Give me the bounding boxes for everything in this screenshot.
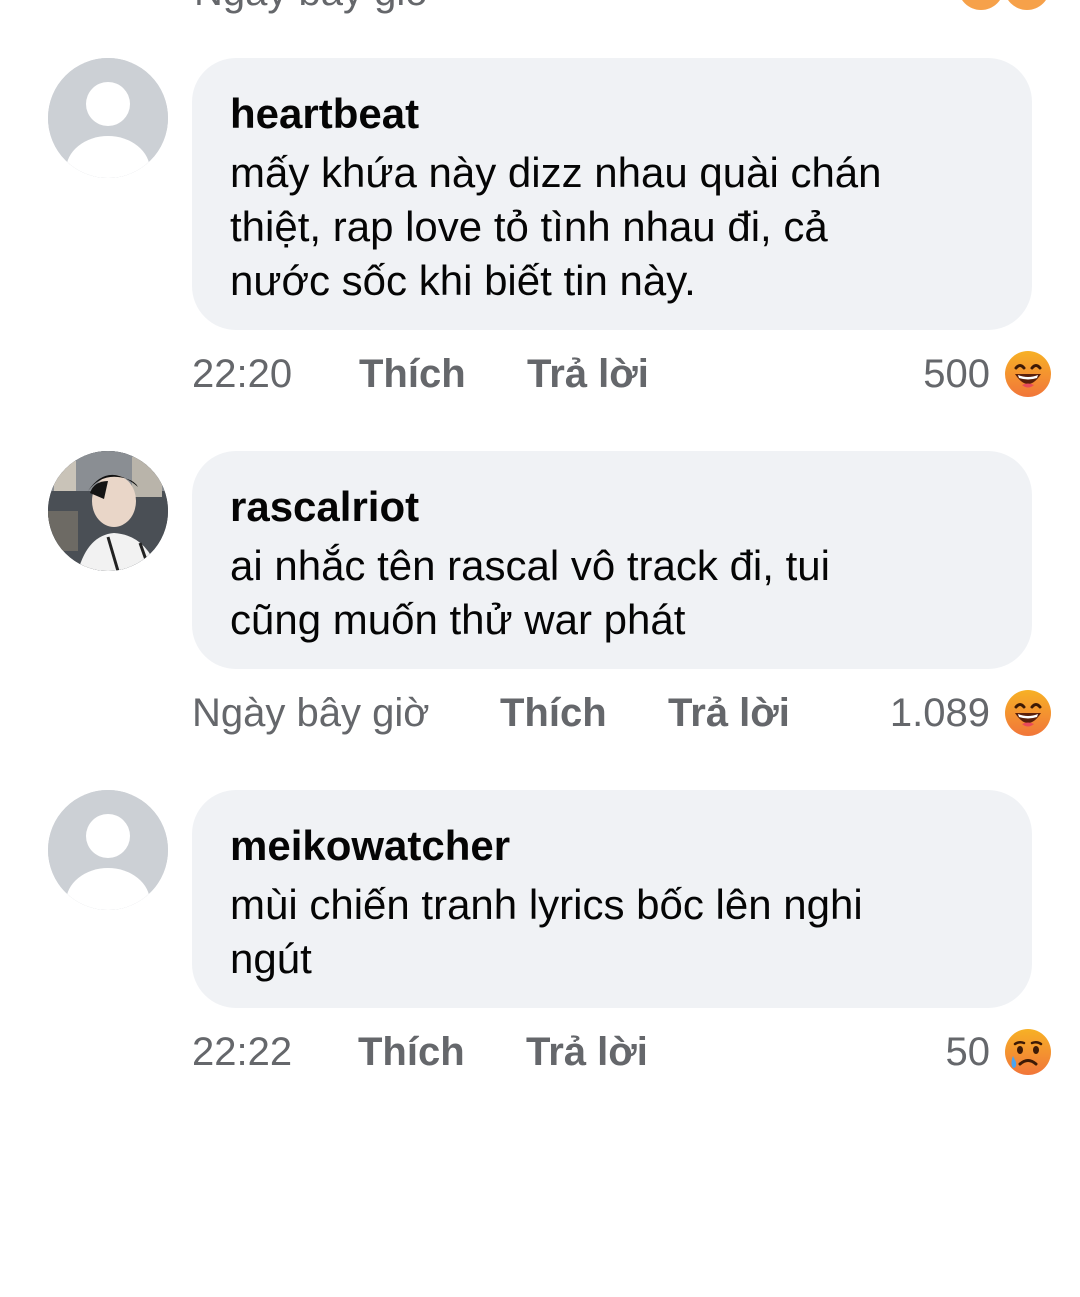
comment-author[interactable]: meikowatcher <box>230 820 994 872</box>
default-avatar-icon[interactable] <box>48 58 168 178</box>
comment-time: Ngày bây giờ <box>194 0 431 15</box>
comment-author[interactable]: heartbeat <box>230 88 994 140</box>
comment-time[interactable]: 22:20 <box>192 346 292 402</box>
laughing-emoji-icon <box>1005 351 1051 397</box>
comment-bubble: rascalriot ai nhắc tên rascal vô track đ… <box>192 451 1032 669</box>
reaction-count: 1.089 <box>889 691 990 735</box>
comment-actions: Ngày bây giờ Thích Trả lời 1.089 <box>192 685 1052 741</box>
like-button[interactable]: Thích <box>358 1024 465 1080</box>
comment-actions: 22:22 Thích Trả lời 50 <box>192 1024 1052 1080</box>
profile-photo <box>48 451 168 571</box>
like-button[interactable]: Thích <box>500 685 607 741</box>
comment-text: mùi chiến tranh lyrics bốc lên nghi ngút <box>230 881 863 982</box>
reaction-count: 500 <box>923 352 990 396</box>
comment-actions: 22:20 Thích Trả lời 500 <box>192 346 1052 402</box>
reaction-summary[interactable]: 50 <box>946 1024 1053 1080</box>
like-button[interactable]: Thích <box>359 346 466 402</box>
reaction-count: 50 <box>945 1030 991 1074</box>
reaction-summary[interactable]: 1.089 <box>890 685 1052 741</box>
reply-button[interactable]: Trả lời <box>527 346 649 402</box>
comment-bubble: meikowatcher mùi chiến tranh lyrics bốc … <box>192 790 1032 1008</box>
comment-time[interactable]: Ngày bây giờ <box>192 685 429 741</box>
comment-text: mấy khứa này dizz nhau quài chán thiệt, … <box>230 149 882 304</box>
reply-button[interactable]: Trả lời <box>668 685 790 741</box>
default-avatar-icon[interactable] <box>48 790 168 910</box>
sad-emoji-icon <box>1005 1029 1051 1075</box>
reaction-summary[interactable]: 500 <box>923 346 1052 402</box>
comment-bubble: heartbeat mấy khứa này dizz nhau quài ch… <box>192 58 1032 330</box>
previous-comment-actions-partial: Ngày bây giờ <box>0 0 1080 20</box>
reaction-emoji-icon <box>1004 0 1050 10</box>
reaction-emoji-icon <box>958 0 1004 10</box>
comment-text: ai nhắc tên rascal vô track đi, tui cũng… <box>230 542 830 643</box>
comment-time[interactable]: 22:22 <box>192 1024 292 1080</box>
reply-button[interactable]: Trả lời <box>526 1024 648 1080</box>
laughing-emoji-icon <box>1005 690 1051 736</box>
avatar[interactable] <box>48 451 168 571</box>
comment-author[interactable]: rascalriot <box>230 481 994 533</box>
